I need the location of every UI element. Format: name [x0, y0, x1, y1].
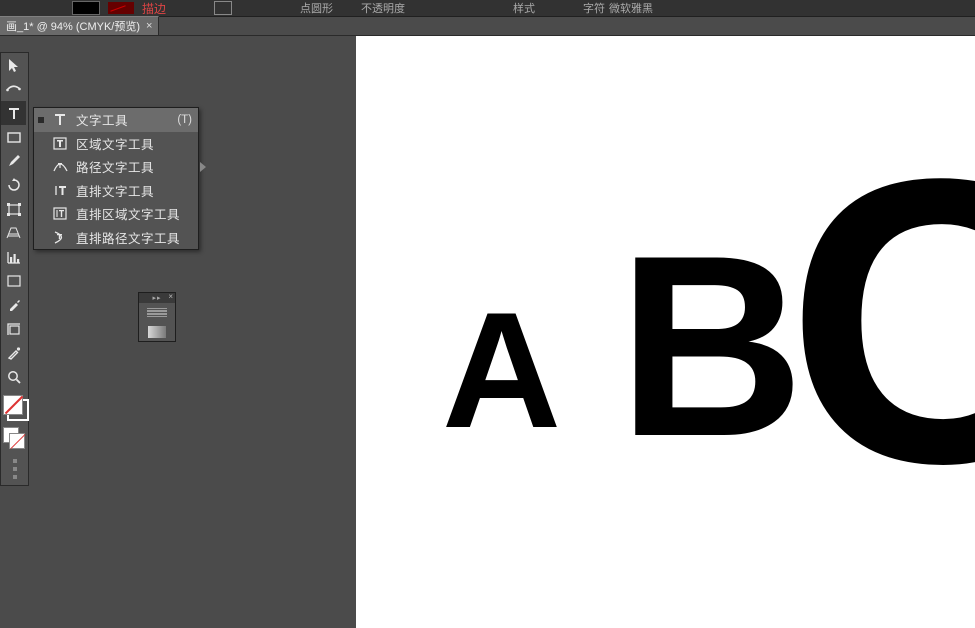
document-tab[interactable]: 画_1* @ 94% (CMYK/预览) × — [0, 16, 159, 35]
point-shape-seg[interactable]: 点圆形 — [300, 0, 333, 16]
options-bar: 描边 点圆形 不透明度 样式 字符 微软雅黑 — [0, 0, 975, 17]
eyedropper-tool[interactable] — [1, 293, 26, 317]
style-label: 样式 — [513, 0, 535, 16]
menu-item-path-type-tool[interactable]: 路径文字工具 — [34, 155, 198, 179]
tab-strip: ◂◂ × 画_1* @ 94% (CMYK/预览) × — [0, 17, 975, 36]
collapse-icon[interactable]: ▸▸ — [152, 294, 161, 302]
rectangle-tool[interactable] — [1, 125, 26, 149]
vertical-area-type-icon — [52, 207, 68, 220]
opacity-seg[interactable]: 不透明度 — [361, 0, 405, 16]
menu-item-label: 直排路径文字工具 — [76, 228, 192, 247]
area-type-icon — [52, 137, 68, 150]
floating-panel-header[interactable]: ▸▸ × — [139, 293, 175, 303]
type-tool[interactable] — [1, 101, 26, 125]
submenu-arrow-icon — [200, 162, 206, 172]
stroke-swatch[interactable] — [108, 2, 134, 14]
menu-item-label: 区域文字工具 — [76, 134, 192, 153]
document-tab-title: 画_1* @ 94% (CMYK/预览) — [6, 18, 140, 34]
canvas-text-a[interactable]: A — [442, 288, 561, 453]
fill-swatch[interactable] — [72, 1, 100, 15]
screen-mode-toggle[interactable] — [1, 459, 28, 479]
point-shape-label: 点圆形 — [300, 0, 333, 16]
type-icon — [52, 113, 68, 126]
menu-item-label: 路径文字工具 — [76, 157, 192, 176]
canvas-text-b[interactable]: B — [618, 217, 804, 475]
menu-item-label: 直排区域文字工具 — [76, 204, 192, 223]
eyedropper2-tool[interactable] — [1, 341, 26, 365]
paragraph-icon — [147, 308, 167, 318]
menu-item-label: 直排文字工具 — [76, 181, 192, 200]
canvas-text-c[interactable]: C — [786, 118, 975, 523]
symbol-sprayer-tool[interactable] — [1, 269, 26, 293]
type-tool-flyout[interactable]: 文字工具 (T) 区域文字工具 路径文字工具 直排文字工具 直排区域文字工具 — [33, 107, 199, 250]
canvas[interactable]: A B C — [356, 36, 975, 628]
color-swap-mini[interactable] — [1, 427, 26, 453]
close-icon[interactable]: × — [168, 292, 173, 301]
font-value: 微软雅黑 — [609, 0, 653, 16]
menu-item-type-tool[interactable]: 文字工具 (T) — [34, 108, 198, 132]
free-transform-tool[interactable] — [1, 197, 26, 221]
direct-selection-tool[interactable] — [1, 77, 26, 101]
perspective-grid-tool[interactable] — [1, 221, 26, 245]
panel-item-gradient[interactable] — [139, 322, 175, 341]
fill-stroke-swatch[interactable] — [1, 393, 26, 423]
brush-seg — [214, 1, 232, 15]
artboard-tool[interactable] — [1, 317, 26, 341]
selected-indicator-icon — [38, 117, 44, 123]
zoom-tool[interactable] — [1, 365, 26, 389]
selection-tool[interactable] — [1, 53, 26, 77]
opacity-label: 不透明度 — [361, 0, 405, 16]
tools-panel — [0, 52, 29, 486]
panel-item-paragraph[interactable] — [139, 303, 175, 322]
menu-item-vertical-area-type-tool[interactable]: 直排区域文字工具 — [34, 202, 198, 226]
stroke-seg: 描边 — [142, 0, 166, 17]
gradient-icon — [148, 326, 166, 338]
font-seg[interactable]: 字符 微软雅黑 — [583, 0, 653, 16]
stroke-label: 描边 — [142, 0, 166, 17]
path-type-icon — [52, 160, 68, 173]
graph-tool[interactable] — [1, 245, 26, 269]
floating-panel[interactable]: ▸▸ × — [138, 292, 176, 342]
brush-icon — [214, 1, 232, 15]
vertical-type-icon — [52, 184, 68, 197]
font-label: 字符 — [583, 0, 605, 16]
menu-item-vertical-type-tool[interactable]: 直排文字工具 — [34, 179, 198, 203]
menu-item-area-type-tool[interactable]: 区域文字工具 — [34, 132, 198, 156]
vertical-path-type-icon — [52, 231, 68, 244]
menu-item-shortcut: (T) — [177, 114, 192, 126]
paintbrush-tool[interactable] — [1, 149, 26, 173]
menu-item-vertical-path-type-tool[interactable]: 直排路径文字工具 — [34, 226, 198, 250]
style-seg[interactable]: 样式 — [513, 0, 535, 16]
menu-item-label: 文字工具 — [76, 110, 169, 129]
rotate-tool[interactable] — [1, 173, 26, 197]
close-icon[interactable]: × — [146, 20, 152, 32]
